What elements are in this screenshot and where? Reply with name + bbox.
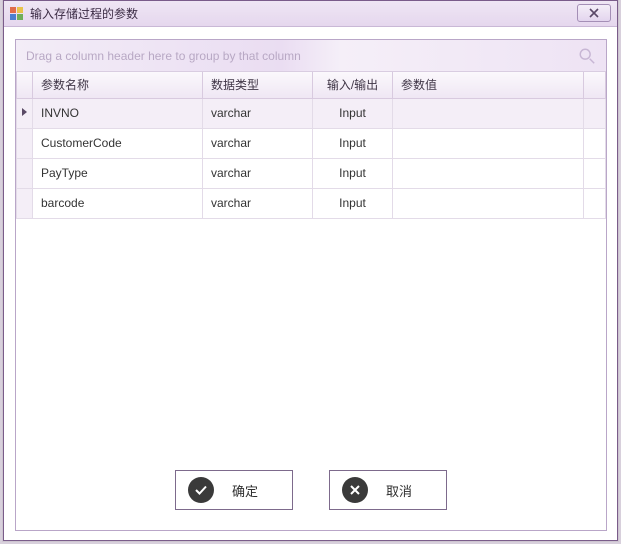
cell-param-name[interactable]: barcode bbox=[33, 188, 203, 218]
cancel-button-label: 取消 bbox=[386, 481, 412, 500]
table-row[interactable]: barcodevarcharInput bbox=[17, 188, 606, 218]
column-header-name[interactable]: 参数名称 bbox=[33, 72, 203, 98]
ok-button-label: 确定 bbox=[232, 481, 258, 500]
cell-tail bbox=[584, 98, 606, 128]
close-icon bbox=[589, 8, 599, 18]
cell-tail bbox=[584, 128, 606, 158]
row-indicator bbox=[17, 98, 33, 128]
column-header-io[interactable]: 输入/输出 bbox=[313, 72, 393, 98]
cell-tail bbox=[584, 188, 606, 218]
client-area: Drag a column header here to group by th… bbox=[15, 39, 607, 531]
cell-io[interactable]: Input bbox=[313, 128, 393, 158]
cell-value[interactable] bbox=[393, 158, 584, 188]
cell-param-name[interactable]: PayType bbox=[33, 158, 203, 188]
cell-param-name[interactable]: INVNO bbox=[33, 98, 203, 128]
cell-io[interactable]: Input bbox=[313, 158, 393, 188]
table-row[interactable]: PayTypevarcharInput bbox=[17, 158, 606, 188]
cell-data-type[interactable]: varchar bbox=[203, 98, 313, 128]
row-indicator bbox=[17, 128, 33, 158]
column-header-value[interactable]: 参数值 bbox=[393, 72, 584, 98]
cell-data-type[interactable]: varchar bbox=[203, 158, 313, 188]
app-icon bbox=[10, 7, 24, 21]
cancel-button[interactable]: 取消 bbox=[329, 470, 447, 510]
group-by-hint: Drag a column header here to group by th… bbox=[26, 49, 301, 63]
row-indicator bbox=[17, 158, 33, 188]
column-header-type[interactable]: 数据类型 bbox=[203, 72, 313, 98]
ok-button[interactable]: 确定 bbox=[175, 470, 293, 510]
indicator-header bbox=[17, 72, 33, 98]
cell-io[interactable]: Input bbox=[313, 98, 393, 128]
cell-value[interactable] bbox=[393, 188, 584, 218]
current-row-icon bbox=[21, 106, 29, 120]
group-by-panel[interactable]: Drag a column header here to group by th… bbox=[16, 40, 606, 72]
cell-data-type[interactable]: varchar bbox=[203, 188, 313, 218]
cell-io[interactable]: Input bbox=[313, 188, 393, 218]
cell-value[interactable] bbox=[393, 98, 584, 128]
parameter-grid[interactable]: 参数名称 数据类型 输入/输出 参数值 INVNOvarcharInputCus… bbox=[16, 72, 606, 450]
cell-param-name[interactable]: CustomerCode bbox=[33, 128, 203, 158]
dialog-footer: 确定 取消 bbox=[16, 450, 606, 530]
close-button[interactable] bbox=[577, 4, 611, 22]
table-row[interactable]: CustomerCodevarcharInput bbox=[17, 128, 606, 158]
window-title: 输入存储过程的参数 bbox=[30, 5, 138, 22]
column-header-tail bbox=[584, 72, 606, 98]
title-bar[interactable]: 输入存储过程的参数 bbox=[4, 1, 617, 27]
table-row[interactable]: INVNOvarcharInput bbox=[17, 98, 606, 128]
search-icon[interactable] bbox=[578, 47, 596, 65]
x-circle-icon bbox=[342, 477, 368, 503]
cell-data-type[interactable]: varchar bbox=[203, 128, 313, 158]
row-indicator bbox=[17, 188, 33, 218]
cell-value[interactable] bbox=[393, 128, 584, 158]
check-circle-icon bbox=[188, 477, 214, 503]
dialog-window: 输入存储过程的参数 Drag a column header here to g… bbox=[3, 0, 618, 541]
column-header-row: 参数名称 数据类型 输入/输出 参数值 bbox=[17, 72, 606, 98]
cell-tail bbox=[584, 158, 606, 188]
